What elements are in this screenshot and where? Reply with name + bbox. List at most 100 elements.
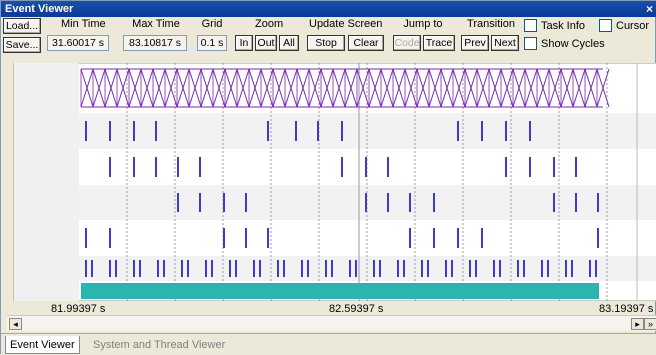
task-event-mark <box>177 193 179 212</box>
task-event-mark <box>223 193 225 212</box>
task-event-mark <box>597 193 599 212</box>
task-event-mark <box>199 157 201 177</box>
event-viewer-window: Event Viewer × Load... Save... Min Time … <box>0 0 656 355</box>
clock-event-mark <box>229 260 231 277</box>
horizontal-scrollbar[interactable]: ◂ ▸ » <box>7 315 656 331</box>
clock-event-mark <box>373 260 375 277</box>
view-tabs: Event Viewer System and Thread Viewer <box>1 333 656 355</box>
jump-to-label: Jump to <box>403 18 443 30</box>
tab-event-viewer[interactable]: Event Viewer <box>5 336 80 354</box>
clock-event-mark <box>421 260 423 277</box>
task-event-mark <box>267 121 269 141</box>
scroll-left-icon[interactable]: ◂ <box>9 318 22 330</box>
clock-event-mark <box>427 260 429 277</box>
clock-event-mark <box>565 260 567 277</box>
zoom-out-button[interactable]: Out <box>255 35 277 51</box>
task-event-mark <box>155 157 157 177</box>
jump-code-button[interactable]: Code <box>393 35 421 51</box>
task-event-mark <box>409 193 411 212</box>
task-event-mark <box>457 228 459 248</box>
save-button[interactable]: Save... <box>3 37 41 53</box>
clock-event-mark <box>547 260 549 277</box>
scroll-end-icon[interactable]: » <box>644 318 656 330</box>
clock-event-mark <box>181 260 183 277</box>
task-event-mark <box>481 228 483 248</box>
grid-value: 0.1 s <box>197 35 227 51</box>
show-cycles-label: Show Cycles <box>541 37 605 50</box>
clear-button[interactable]: Clear <box>348 35 384 51</box>
task-event-mark <box>505 157 507 177</box>
task-event-mark <box>597 228 599 248</box>
clock-event-mark <box>163 260 165 277</box>
clock-event-mark <box>523 260 525 277</box>
clock-event-mark <box>541 260 543 277</box>
clock-event-mark <box>595 260 597 277</box>
clock-event-mark <box>451 260 453 277</box>
clock-event-mark <box>589 260 591 277</box>
tab-system-thread-viewer[interactable]: System and Thread Viewer <box>89 336 229 354</box>
task-event-mark <box>109 228 111 248</box>
clock-event-mark <box>139 260 141 277</box>
min-time-value: 31.60017 s <box>47 35 109 51</box>
close-icon[interactable]: × <box>646 1 653 17</box>
zoom-in-button[interactable]: In <box>235 35 253 51</box>
scroll-right-icon[interactable]: ▸ <box>631 318 644 330</box>
min-time-label: Min Time <box>61 18 106 30</box>
task-event-mark <box>245 193 247 212</box>
zoom-all-button[interactable]: All <box>279 35 299 51</box>
clock-event-mark <box>445 260 447 277</box>
task-event-mark <box>529 121 531 141</box>
show-cycles-checkbox[interactable]: Show Cycles <box>524 37 605 50</box>
task-event-mark <box>529 157 531 177</box>
task-event-mark <box>409 228 411 248</box>
transition-next-button[interactable]: Next <box>491 35 519 51</box>
toolbar: Load... Save... Min Time 31.60017 s Max … <box>1 17 656 65</box>
task-event-mark <box>387 193 389 212</box>
clock-event-mark <box>85 260 87 277</box>
task-event-mark <box>133 157 135 177</box>
jump-trace-button[interactable]: Trace <box>423 35 455 51</box>
clock-event-mark <box>517 260 519 277</box>
task-event-mark <box>267 228 269 248</box>
clock-event-mark <box>475 260 477 277</box>
task-info-checkbox[interactable]: Task Info <box>524 19 585 32</box>
clock-event-mark <box>211 260 213 277</box>
show-cycles-checkbox-box[interactable] <box>524 37 537 50</box>
task-event-mark <box>365 193 367 212</box>
task-event-mark <box>575 157 577 177</box>
axis-left-label: 81.99397 s <box>51 303 106 315</box>
transition-prev-button[interactable]: Prev <box>461 35 489 51</box>
grid-label: Grid <box>201 18 223 30</box>
label-column <box>14 63 79 301</box>
clock-event-mark <box>115 260 117 277</box>
cursor-label: Cursor <box>616 19 650 32</box>
event-timeline-plot[interactable] <box>1 63 656 301</box>
clock-event-mark <box>571 260 573 277</box>
clock-event-mark <box>499 260 501 277</box>
load-button[interactable]: Load... <box>3 18 41 34</box>
zoom-label: Zoom <box>255 18 284 30</box>
cursor-checkbox-box[interactable] <box>599 19 612 32</box>
task-event-mark <box>199 193 201 212</box>
task-event-mark <box>155 121 157 141</box>
stop-button[interactable]: Stop <box>307 35 345 51</box>
task-event-mark <box>575 193 577 212</box>
clock-event-mark <box>259 260 261 277</box>
row-band <box>14 185 656 220</box>
task-event-mark <box>133 121 135 141</box>
task-event-mark <box>553 157 555 177</box>
clock-event-mark <box>469 260 471 277</box>
clock-event-mark <box>109 260 111 277</box>
max-time-value: 83.10817 s <box>123 35 187 51</box>
task-info-checkbox-box[interactable] <box>524 19 537 32</box>
task-info-label: Task Info <box>541 19 586 32</box>
clock-event-mark <box>379 260 381 277</box>
clock-event-mark <box>91 260 93 277</box>
task-event-mark <box>341 157 343 177</box>
cursor-checkbox[interactable]: Cursor <box>599 19 649 32</box>
window-title: Event Viewer <box>5 3 74 15</box>
axis-mid-label: 82.59397 s <box>329 303 384 315</box>
task-event-mark <box>85 228 87 248</box>
clock-event-mark <box>283 260 285 277</box>
task-event-mark <box>295 121 297 141</box>
